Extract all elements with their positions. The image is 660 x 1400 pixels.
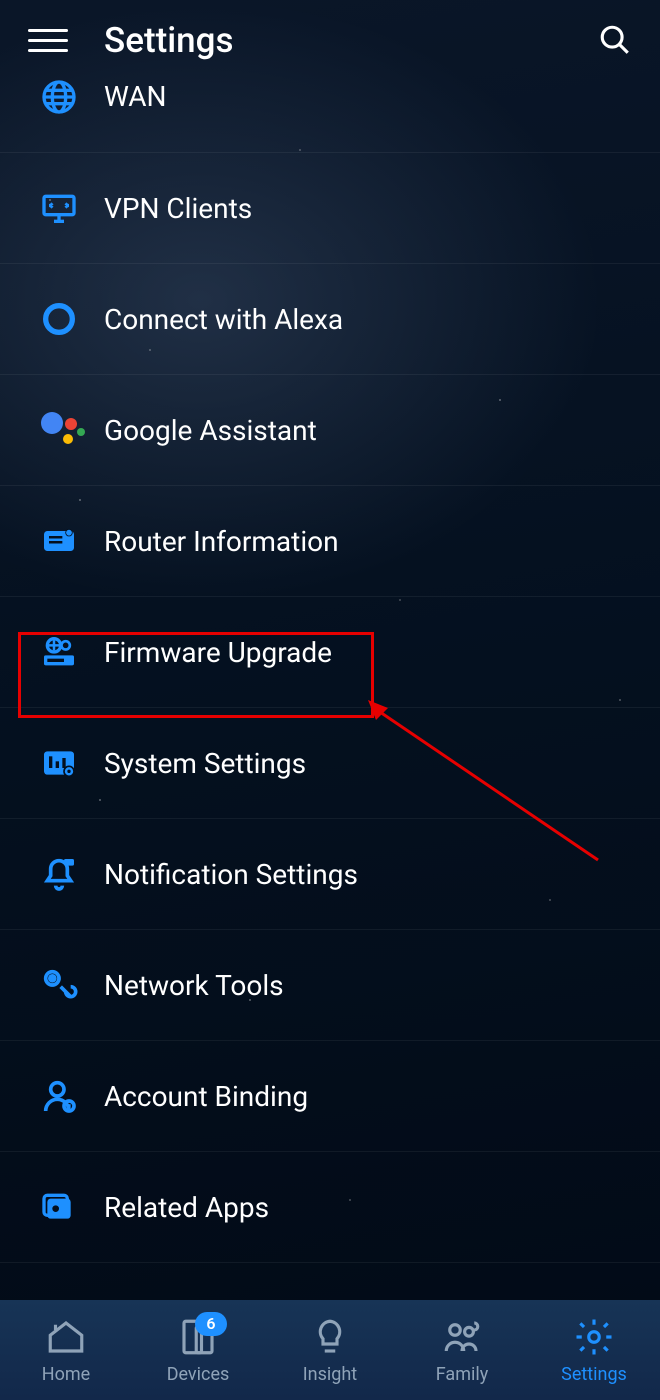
settings-item-alexa[interactable]: Connect with Alexa xyxy=(0,264,660,375)
globe-icon xyxy=(36,74,82,120)
tab-devices[interactable]: 6 Devices xyxy=(132,1300,264,1400)
tab-family[interactable]: Family xyxy=(396,1300,528,1400)
tab-insight[interactable]: Insight xyxy=(264,1300,396,1400)
settings-item-label: Router Information xyxy=(104,525,339,558)
settings-item-firmware-upgrade[interactable]: Firmware Upgrade xyxy=(0,597,660,708)
tab-label: Devices xyxy=(167,1364,230,1385)
settings-item-network-tools[interactable]: Network Tools xyxy=(0,930,660,1041)
alexa-icon xyxy=(36,296,82,342)
wrench-gear-icon xyxy=(36,962,82,1008)
bell-icon xyxy=(36,851,82,897)
settings-item-account-binding[interactable]: Account Binding xyxy=(0,1041,660,1152)
settings-item-label: Notification Settings xyxy=(104,858,358,891)
header: Settings xyxy=(0,0,660,80)
gear-icon xyxy=(573,1316,615,1358)
settings-item-google-assistant[interactable]: Google Assistant xyxy=(0,375,660,486)
settings-item-label: VPN Clients xyxy=(104,192,252,225)
settings-item-system-settings[interactable]: System Settings xyxy=(0,708,660,819)
settings-item-label: System Settings xyxy=(104,747,306,780)
bulb-icon xyxy=(309,1316,351,1358)
tab-label: Insight xyxy=(303,1364,357,1385)
tab-label: Settings xyxy=(561,1364,627,1385)
settings-item-label: Network Tools xyxy=(104,969,284,1002)
devices-badge: 6 xyxy=(195,1312,227,1336)
system-settings-icon xyxy=(36,740,82,786)
tab-home[interactable]: Home xyxy=(0,1300,132,1400)
firmware-upgrade-icon xyxy=(36,629,82,675)
devices-icon: 6 xyxy=(177,1316,219,1358)
search-icon[interactable] xyxy=(598,23,632,57)
settings-item-label: Connect with Alexa xyxy=(104,303,343,336)
router-info-icon xyxy=(36,518,82,564)
tab-label: Home xyxy=(42,1364,90,1385)
settings-item-wan[interactable]: WAN xyxy=(0,80,660,153)
monitor-arrows-icon xyxy=(36,185,82,231)
settings-item-label: Account Binding xyxy=(104,1080,308,1113)
home-icon xyxy=(45,1316,87,1358)
family-icon xyxy=(441,1316,483,1358)
settings-list: WAN VPN Clients Connect with Alexa Googl… xyxy=(0,80,660,1263)
settings-item-router-information[interactable]: Router Information xyxy=(0,486,660,597)
user-link-icon xyxy=(36,1073,82,1119)
bottom-tab-bar: Home 6 Devices Insight Family Settings xyxy=(0,1300,660,1400)
settings-item-label: Google Assistant xyxy=(104,414,317,447)
apps-icon xyxy=(36,1184,82,1230)
settings-item-label: WAN xyxy=(104,80,167,113)
google-assistant-icon xyxy=(36,407,82,453)
menu-icon[interactable] xyxy=(28,29,68,52)
settings-item-notification-settings[interactable]: Notification Settings xyxy=(0,819,660,930)
settings-item-related-apps[interactable]: Related Apps xyxy=(0,1152,660,1263)
tab-settings[interactable]: Settings xyxy=(528,1300,660,1400)
tab-label: Family xyxy=(436,1364,489,1385)
settings-item-label: Firmware Upgrade xyxy=(104,636,332,669)
page-title: Settings xyxy=(104,20,598,61)
settings-item-vpn-clients[interactable]: VPN Clients xyxy=(0,153,660,264)
settings-item-label: Related Apps xyxy=(104,1191,269,1224)
